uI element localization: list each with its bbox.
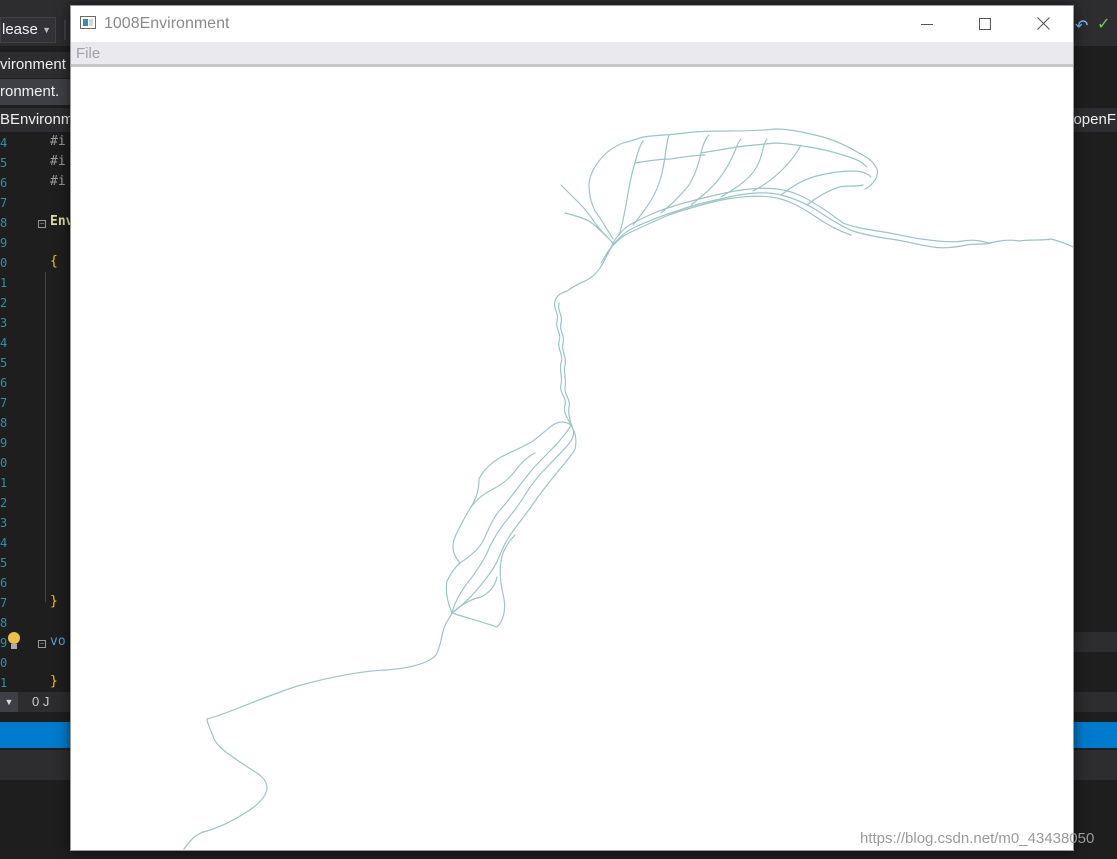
- river-trib-left-2: [564, 212, 608, 238]
- nav-scope-label[interactable]: BEnvironm: [0, 108, 73, 132]
- line-number: 4: [0, 536, 8, 550]
- window-titlebar[interactable]: 1008Environment: [71, 6, 1073, 42]
- chevron-down-icon: ▼: [42, 25, 51, 35]
- line-number: 1: [0, 276, 8, 290]
- line-number: 0: [0, 656, 8, 670]
- line-number: 8: [0, 416, 8, 430]
- code-brace-open: {: [50, 254, 58, 269]
- code-void-keyword: vo: [50, 634, 66, 649]
- river-main-lower: [183, 612, 453, 850]
- river-network-canvas[interactable]: [71, 70, 1073, 850]
- lightbulb-icon[interactable]: [7, 632, 21, 650]
- river-braid-3: [451, 424, 577, 614]
- minimize-button[interactable]: [898, 6, 956, 41]
- line-number: 1: [0, 676, 8, 690]
- window-menubar: File: [71, 42, 1073, 67]
- code-include-3: #i: [50, 174, 66, 189]
- river-trib-left-3: [588, 136, 644, 240]
- line-number: 3: [0, 516, 8, 530]
- line-number: 2: [0, 496, 8, 510]
- code-brace-close-2: }: [50, 674, 58, 689]
- line-number: 7: [0, 196, 8, 210]
- maximize-button[interactable]: [956, 6, 1014, 41]
- fold-toggle-icon[interactable]: −: [38, 220, 46, 228]
- line-number: 3: [0, 316, 8, 330]
- river-upper-main: [842, 222, 1073, 248]
- code-include-2: #i: [50, 154, 66, 169]
- undo-icon[interactable]: ↶: [1075, 16, 1088, 36]
- ide-tab-project[interactable]: vironment: [0, 52, 70, 78]
- river-braid-6: [452, 421, 572, 564]
- editor-scroll-region: [1074, 632, 1117, 652]
- line-number: 4: [0, 336, 8, 350]
- maximize-icon: [979, 17, 991, 30]
- close-icon: [1036, 17, 1050, 30]
- app-window: 1008Environment File: [70, 5, 1074, 851]
- river-trib-top-6: [752, 144, 802, 192]
- line-number: 7: [0, 596, 8, 610]
- river-upper-2: [606, 192, 854, 254]
- line-number: 2: [0, 296, 8, 310]
- indent-guide: [45, 272, 46, 602]
- nav-member-label[interactable]: openF: [1073, 108, 1116, 132]
- river-braid-7: [470, 452, 536, 508]
- river-upper-3: [600, 195, 852, 264]
- issues-count: 0 J: [32, 694, 50, 709]
- line-number: 0: [0, 256, 8, 270]
- line-number: 4: [0, 136, 8, 150]
- spellcheck-icon[interactable]: ✓: [1097, 14, 1110, 34]
- river-network-drawing: [183, 128, 1073, 850]
- line-number: 5: [0, 556, 8, 570]
- configuration-label: lease: [2, 21, 38, 38]
- configuration-dropdown[interactable]: lease ▼: [0, 17, 56, 43]
- river-trib-top-3: [660, 134, 710, 214]
- line-number: 8: [0, 216, 8, 230]
- minimize-icon: [921, 23, 933, 25]
- watermark-text: https://blog.csdn.net/m0_43438050: [860, 830, 1095, 847]
- line-number: 5: [0, 156, 8, 170]
- river-trib-top-7: [780, 170, 872, 196]
- app-window-icon: [80, 16, 96, 29]
- river-trib-top-8: [806, 184, 864, 206]
- line-number: 6: [0, 576, 8, 590]
- code-brace-close: }: [50, 594, 58, 609]
- menu-file[interactable]: File: [76, 42, 100, 66]
- window-title: 1008Environment: [104, 15, 230, 32]
- fold-toggle-icon[interactable]: −: [38, 640, 46, 648]
- river-braid-2: [451, 424, 575, 614]
- river-trib-top-10: [634, 154, 706, 164]
- line-number: 8: [0, 616, 8, 630]
- line-number: 9: [0, 436, 8, 450]
- river-trib-top-9: [700, 142, 868, 168]
- line-number: 9: [0, 236, 8, 250]
- line-number: 0: [0, 456, 8, 470]
- line-number: 6: [0, 376, 8, 390]
- toolbar-separator: [64, 20, 66, 40]
- chevron-down-icon[interactable]: ▼: [0, 692, 18, 712]
- river-main-middle: [553, 242, 614, 426]
- line-number: 6: [0, 176, 8, 190]
- ide-tab-file[interactable]: ronment.: [0, 79, 70, 105]
- river-upper-1: [612, 187, 844, 244]
- code-include-1: #i: [50, 134, 66, 149]
- line-number: 5: [0, 356, 8, 370]
- line-number: 7: [0, 396, 8, 410]
- line-number: 1: [0, 476, 8, 490]
- river-trib-left-4: [618, 140, 644, 236]
- close-button[interactable]: [1014, 6, 1072, 41]
